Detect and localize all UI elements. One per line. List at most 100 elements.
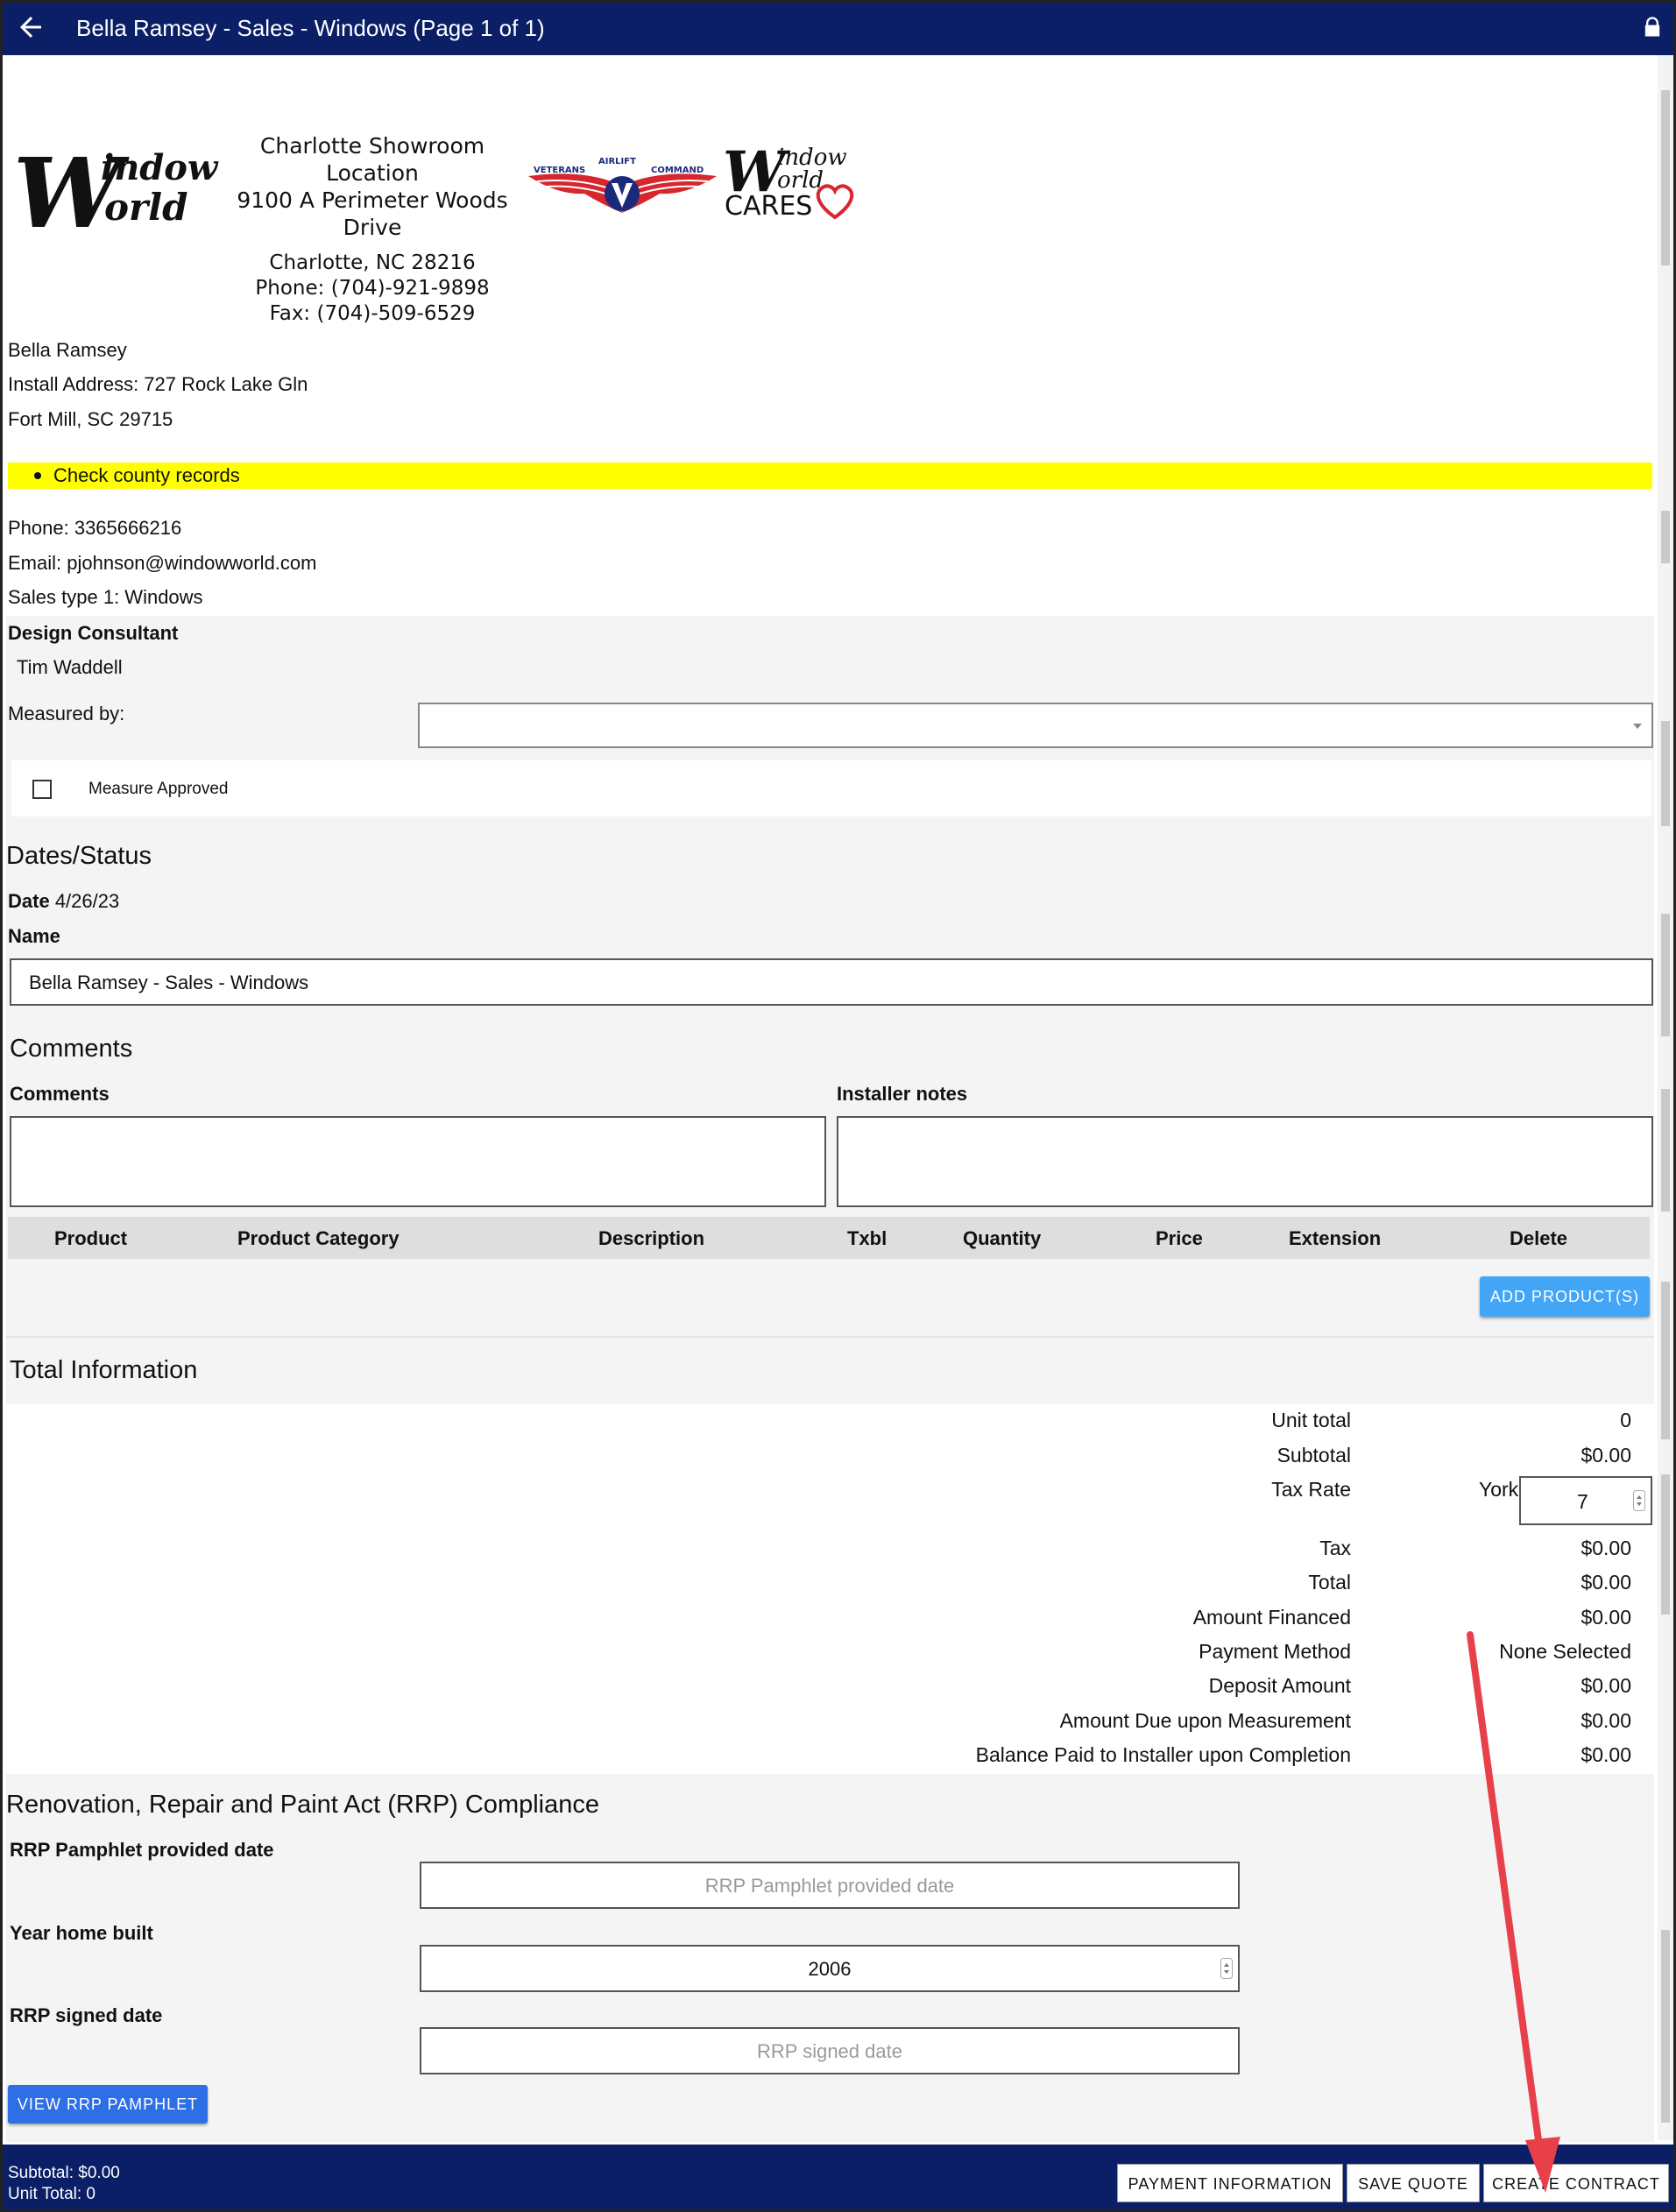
stepper-icon[interactable] [1633,1490,1645,1511]
view-rrp-pamphlet-button[interactable]: VIEW RRP PAMPHLET [8,2085,208,2124]
footer-unit-total: Unit Total: 0 [8,2185,95,2203]
amount-due-measurement-value: $0.00 [1581,1709,1631,1732]
note-highlight: Check county records [8,463,1652,489]
quote-content: W indow orld Charlotte Showroom Location… [3,55,1658,2145]
deposit-amount-value: $0.00 [1581,1674,1631,1697]
total-value: $0.00 [1581,1571,1631,1594]
svg-text:indow: indow [101,147,219,188]
rrp-signed-placeholder: RRP signed date [757,2040,902,2062]
customer-phone: Phone: 3365666216 [8,517,182,539]
col-delete: Delete [1510,1227,1568,1249]
date-row: Date 4/26/23 [8,890,119,913]
rrp-signed-label: RRP signed date [10,2004,163,2026]
total-information-heading: Total Information [10,1356,198,1384]
tax-rate-value: 7 [1577,1490,1588,1513]
col-extension: Extension [1289,1227,1382,1249]
year-home-built-input[interactable]: 2006 [420,1945,1240,1992]
deposit-amount-label: Deposit Amount [1208,1674,1351,1697]
showroom-location: Location [326,160,419,186]
showroom-phone: Phone: (704)-921-9898 [255,277,490,300]
app-window: Bella Ramsey - Sales - Windows (Page 1 o… [0,0,1676,2212]
comments-label: Comments [10,1083,110,1105]
rrp-pamphlet-placeholder: RRP Pamphlet provided date [704,1875,955,1897]
col-product: Product [54,1227,128,1249]
measure-approved-checkbox[interactable] [32,780,52,799]
amount-financed-value: $0.00 [1581,1606,1631,1629]
page-title: Bella Ramsey - Sales - Windows (Page 1 o… [76,15,545,41]
showroom-address-line-1: 9100 A Perimeter Woods [237,187,508,213]
rrp-pamphlet-date-input[interactable]: RRP Pamphlet provided date [420,1862,1240,1909]
rrp-signed-date-input[interactable]: RRP signed date [420,2027,1240,2074]
tax-county: York [1479,1478,1519,1501]
showroom-address: Charlotte Showroom Location 9100 A Perim… [232,132,513,241]
back-arrow-icon[interactable] [15,11,46,43]
name-input-value: Bella Ramsey - Sales - Windows [29,972,309,993]
rrp-heading: Renovation, Repair and Paint Act (RRP) C… [6,1791,599,1819]
payment-method-label: Payment Method [1199,1640,1351,1663]
design-consultant-name: Tim Waddell [17,656,123,678]
unit-total-value: 0 [1620,1409,1631,1431]
showroom-name: Charlotte Showroom [259,133,485,159]
stepper-icon[interactable] [1220,1958,1233,1979]
customer-city: Fort Mill, SC 29715 [8,408,173,430]
tax-value: $0.00 [1581,1537,1631,1559]
svg-text:orld: orld [777,167,824,194]
rrp-pamphlet-label: RRP Pamphlet provided date [10,1839,274,1861]
create-contract-button[interactable]: CREATE CONTRACT [1483,2164,1669,2202]
payment-method-value: None Selected [1499,1640,1631,1663]
showroom-address-line-2: Drive [343,215,402,240]
bullet-icon [34,472,41,479]
date-value: 4/26/23 [54,890,120,912]
veterans-airlift-command-logo: VETERANS AIRLIFT COMMAND [528,157,717,213]
amount-due-measurement-label: Amount Due upon Measurement [1059,1709,1351,1732]
total-label: Total [1308,1571,1351,1594]
date-label: Date [8,890,50,912]
payment-information-button[interactable]: PAYMENT INFORMATION [1117,2164,1343,2202]
year-home-built-label: Year home built [10,1922,153,1944]
amount-financed-label: Amount Financed [1192,1606,1351,1629]
dropdown-arrow-icon [1633,724,1642,729]
dates-comments-section [6,826,1654,1404]
showroom-fax: Fax: (704)-509-6529 [269,302,476,325]
col-description: Description [598,1227,705,1249]
measure-approved-row: Measure Approved [11,760,1651,816]
save-quote-button[interactable]: SAVE QUOTE [1347,2164,1480,2202]
showroom-city: Charlotte, NC 28216 [269,251,476,274]
svg-text:orld: orld [104,186,187,229]
balance-paid-label: Balance Paid to Installer upon Completio… [975,1743,1351,1766]
year-home-built-value: 2006 [808,1958,852,1980]
name-label: Name [8,925,60,947]
balance-paid-value: $0.00 [1581,1743,1631,1766]
scrollbar[interactable] [1658,55,1673,2140]
install-address: Install Address: 727 Rock Lake Gln [8,373,308,395]
comments-heading: Comments [10,1035,133,1063]
showroom-contact: Charlotte, NC 28216 Phone: (704)-921-989… [232,251,513,327]
name-input[interactable]: Bella Ramsey - Sales - Windows [10,958,1653,1006]
col-quantity: Quantity [963,1227,1042,1249]
customer-email: Email: pjohnson@windowworld.com [8,552,317,574]
add-products-button[interactable]: ADD PRODUCT(S) [1480,1276,1650,1317]
measured-by-select[interactable] [418,703,1653,748]
col-txbl: Txbl [847,1227,888,1249]
lock-icon[interactable] [1640,15,1665,39]
svg-text:COMMAND: COMMAND [651,166,704,175]
tax-rate-input[interactable]: 7 [1519,1476,1652,1525]
top-bar: Bella Ramsey - Sales - Windows (Page 1 o… [3,3,1673,55]
footer-bar: Subtotal: $0.00 Unit Total: 0 PAYMENT IN… [3,2145,1673,2209]
svg-text:AIRLIFT: AIRLIFT [598,157,636,166]
footer-subtotal: Subtotal: $0.00 [8,2164,120,2182]
svg-text:VETERANS: VETERANS [534,166,585,175]
subtotal-value: $0.00 [1581,1444,1631,1466]
tax-rate-label: Tax Rate [1271,1478,1351,1501]
measured-by-label: Measured by: [8,703,125,724]
subtotal-label: Subtotal [1276,1444,1351,1466]
product-table-header: Product Product Category Description Txb… [8,1217,1650,1259]
installer-notes-textarea[interactable] [837,1116,1653,1207]
col-price: Price [1156,1227,1203,1249]
comments-textarea[interactable] [10,1116,826,1207]
window-world-logo: W indow orld [13,143,219,239]
note-text: Check county records [53,464,240,486]
measure-approved-label: Measure Approved [88,780,229,798]
col-product-category: Product Category [237,1227,400,1249]
design-consultant-label: Design Consultant [8,622,179,644]
